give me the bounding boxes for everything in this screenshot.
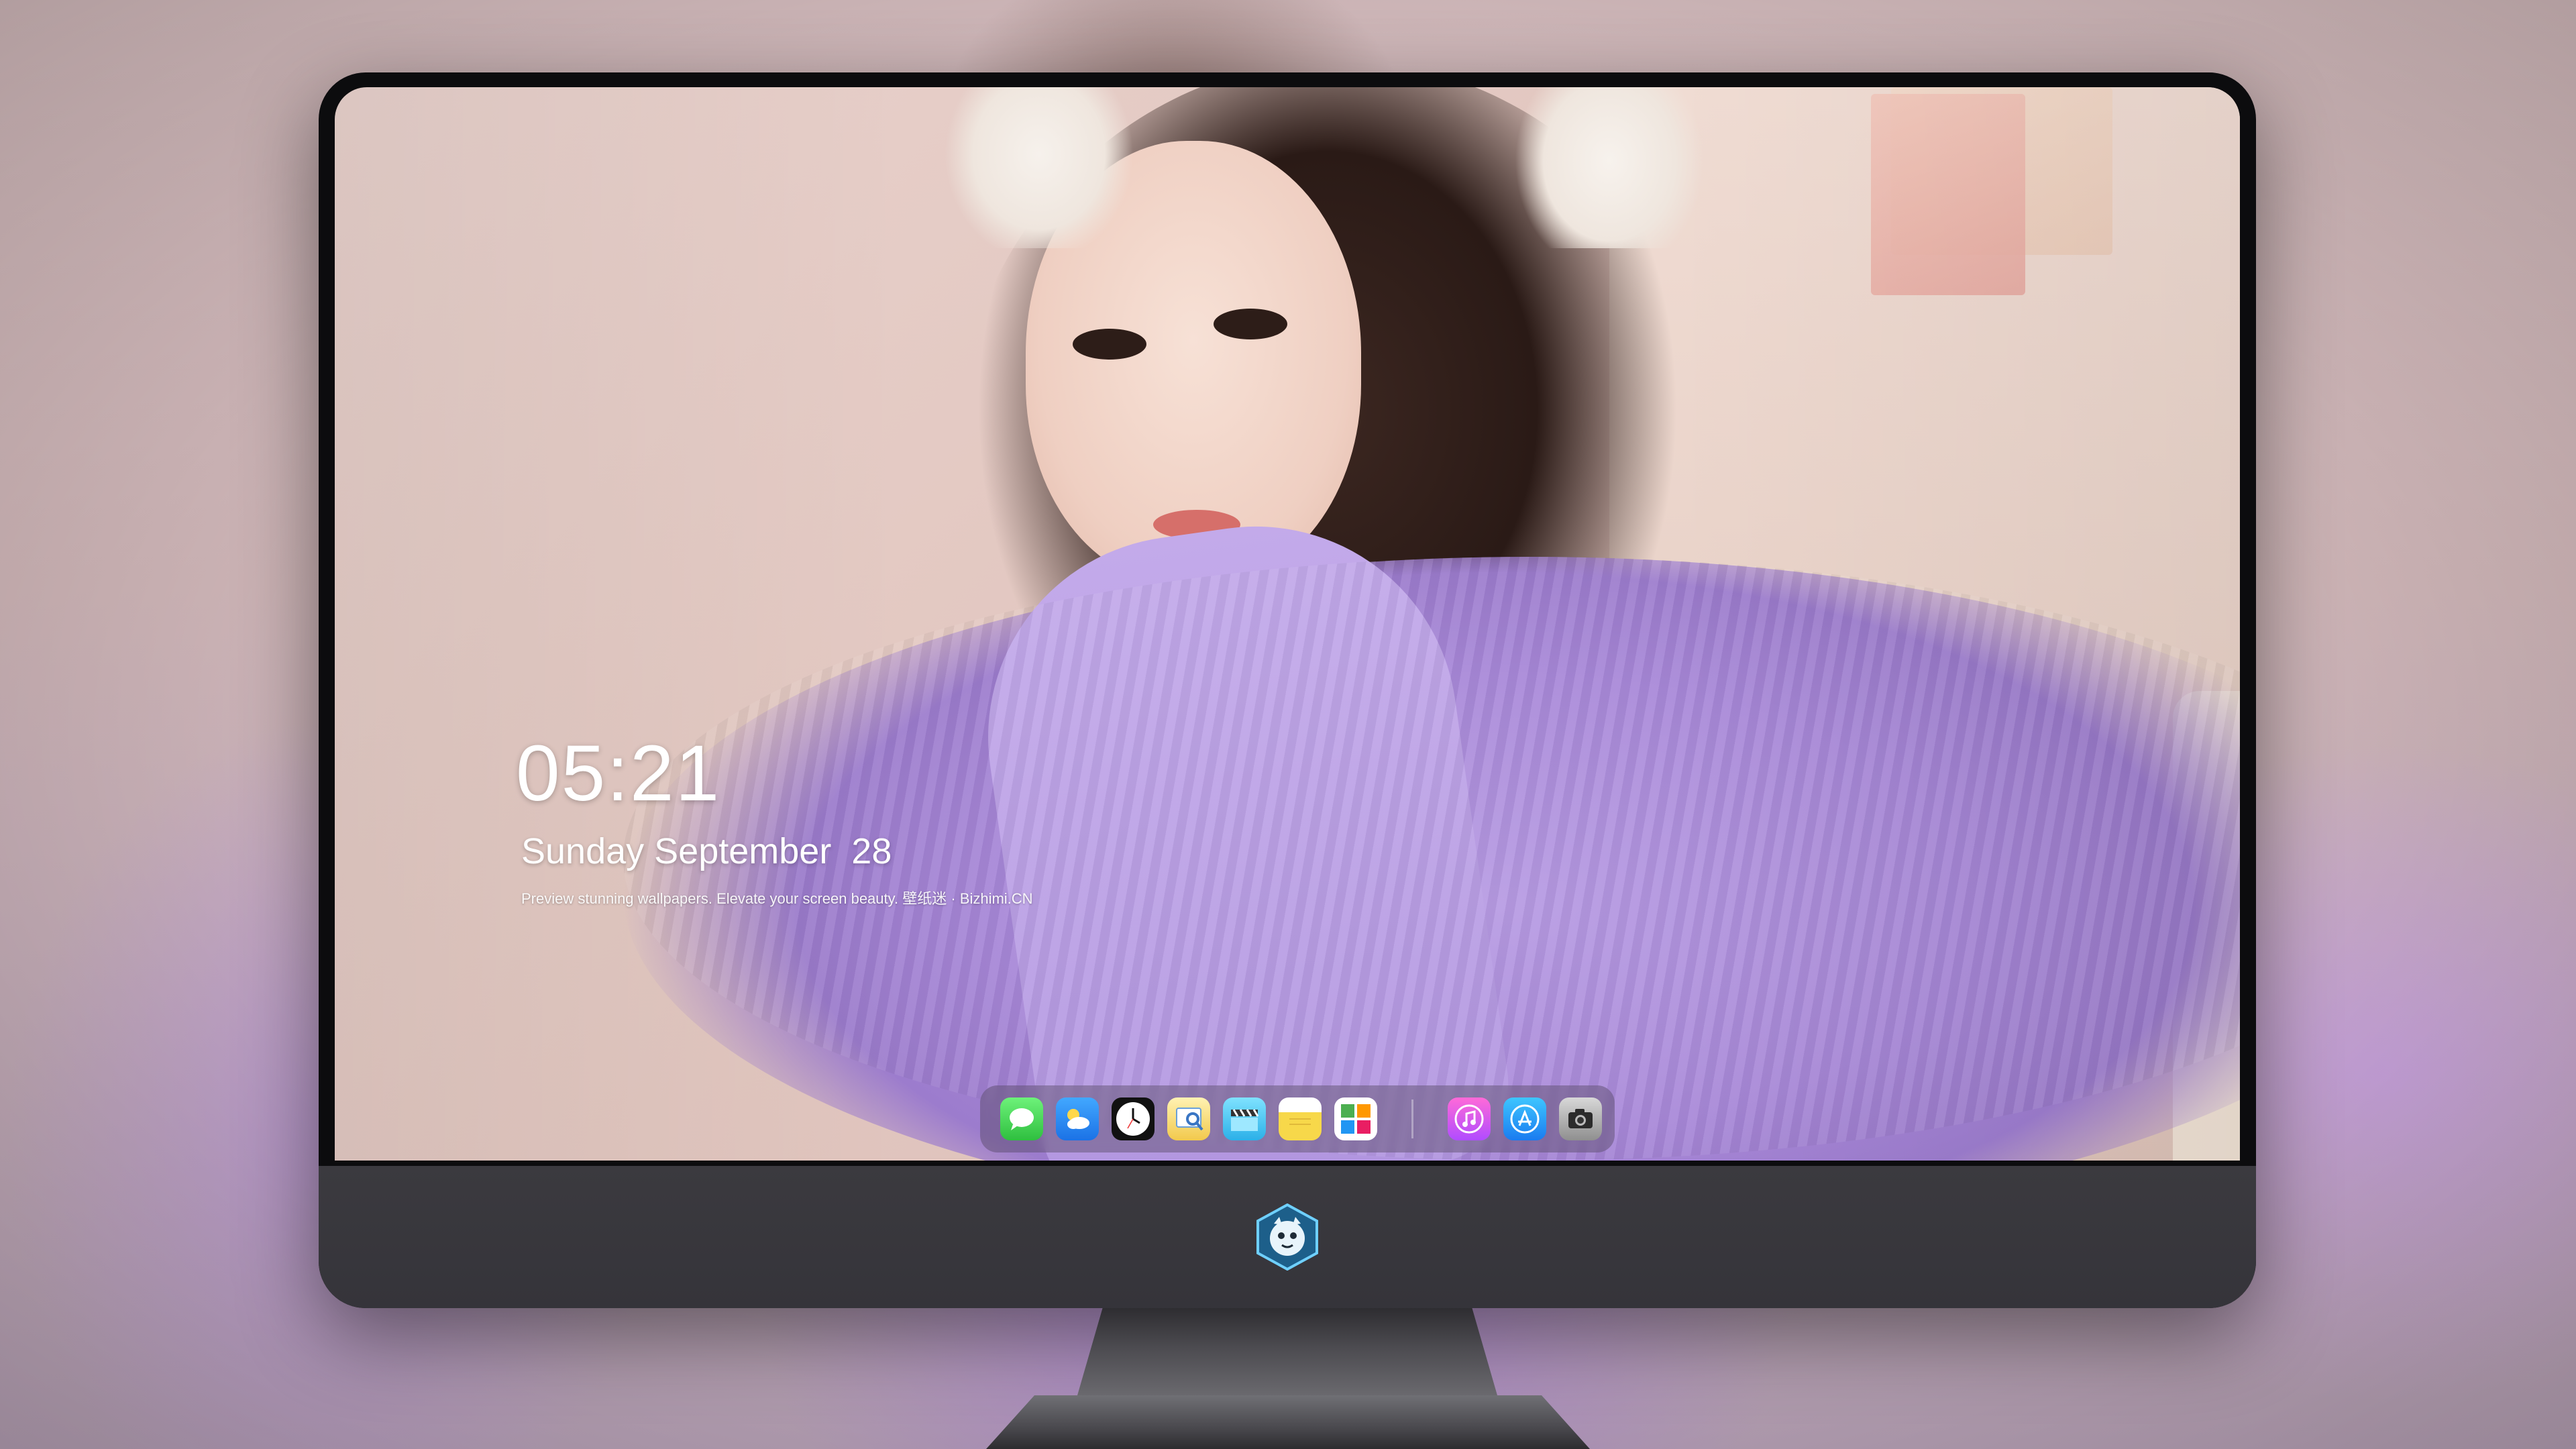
clips-icon[interactable] xyxy=(1223,1097,1266,1140)
monitor: 05:21 Sunday September 28 Preview stunni… xyxy=(319,72,2256,1308)
screen: 05:21 Sunday September 28 Preview stunni… xyxy=(335,87,2240,1161)
weather-icon[interactable] xyxy=(1056,1097,1099,1140)
monitor-chin xyxy=(319,1166,2256,1308)
photos-icon[interactable] xyxy=(1334,1097,1377,1140)
bizhimi-mascot-logo xyxy=(1254,1203,1321,1271)
lockscreen-date: Sunday September 28 xyxy=(521,831,892,871)
dock-separator xyxy=(1411,1099,1413,1138)
monitor-stand-base xyxy=(986,1395,1590,1449)
lockscreen-time: 05:21 xyxy=(516,729,721,818)
messages-icon[interactable] xyxy=(1000,1097,1043,1140)
monitor-stand-neck xyxy=(1077,1308,1497,1395)
preview-icon[interactable] xyxy=(1167,1097,1210,1140)
app-store-icon[interactable] xyxy=(1503,1097,1546,1140)
notes-icon[interactable] xyxy=(1279,1097,1322,1140)
music-icon[interactable] xyxy=(1448,1097,1491,1140)
camera-icon[interactable] xyxy=(1559,1097,1602,1140)
lockscreen-tagline: Preview stunning wallpapers. Elevate you… xyxy=(521,890,1033,907)
wallpaper-shade xyxy=(335,87,2240,1161)
dock xyxy=(980,1085,1615,1152)
clock-icon[interactable] xyxy=(1112,1097,1155,1140)
